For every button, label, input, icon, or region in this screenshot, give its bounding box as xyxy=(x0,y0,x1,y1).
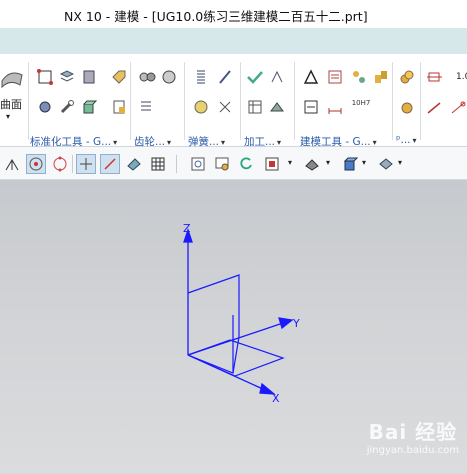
grid-icon[interactable] xyxy=(148,154,168,174)
chevron-down-icon[interactable]: ▾ xyxy=(288,158,292,167)
surface-icon[interactable] xyxy=(0,66,24,90)
divider xyxy=(184,62,185,140)
helical-gear-icon[interactable] xyxy=(160,68,178,86)
divider xyxy=(28,62,29,140)
stack-icon[interactable] xyxy=(80,68,98,86)
chevron-down-icon[interactable]: ▾ xyxy=(326,158,330,167)
divider xyxy=(240,62,241,140)
surface-group: 曲面 ▾ xyxy=(0,58,28,144)
parts-icon[interactable] xyxy=(350,68,368,86)
grid-point-icon[interactable] xyxy=(36,68,54,86)
zoom-window-icon[interactable] xyxy=(212,154,232,174)
section-view-icon[interactable] xyxy=(376,154,396,174)
group-label[interactable]: ᵖ... ▾ xyxy=(396,134,417,146)
snap-center-icon[interactable] xyxy=(26,154,46,174)
divider xyxy=(420,62,421,140)
chevron-down-icon: ▾ xyxy=(113,138,118,147)
zoom-fit-icon[interactable] xyxy=(188,154,208,174)
machining-tool-icon[interactable] xyxy=(268,68,286,86)
spring-group: 弹簧... ▾ xyxy=(186,58,240,148)
group-label-text: ᵖ... xyxy=(396,134,411,146)
view-icon[interactable] xyxy=(124,154,144,174)
wrench-icon[interactable] xyxy=(58,98,76,116)
gear-group: 齿轮... ▾ xyxy=(132,58,184,148)
modeling-tools-group: 10H7 建模工具 - G... ▾ xyxy=(296,58,392,148)
wcs-triad xyxy=(183,227,294,395)
chevron-down-icon: ▾ xyxy=(372,138,377,147)
sheet-icon[interactable] xyxy=(326,68,344,86)
coins-icon[interactable] xyxy=(398,68,416,86)
chevron-down-icon: ▾ xyxy=(167,138,172,147)
fit-tolerance-label: 10H7 xyxy=(351,99,371,107)
snap-angle-icon[interactable] xyxy=(2,154,22,174)
text-box-icon[interactable] xyxy=(302,98,320,116)
compression-spring-icon[interactable] xyxy=(216,68,234,86)
surface-label[interactable]: 曲面 xyxy=(0,96,22,112)
window-title: NX 10 - 建模 - [UG10.0练习三维建模二百五十二.prt] xyxy=(64,9,368,24)
tag-icon[interactable] xyxy=(110,68,128,86)
ribbon: 曲面 ▾ 标准化工具 - G... ▾ 齿轮... ▾ 弹簧... ▾ 加工..… xyxy=(0,54,467,148)
layers-icon[interactable] xyxy=(58,68,76,86)
divider xyxy=(130,62,131,140)
numeric-value: 1.0 xyxy=(456,72,467,82)
y-axis-arrow xyxy=(278,317,294,330)
x-axis-label: X xyxy=(272,392,280,405)
chevron-down-icon[interactable]: ▾ xyxy=(362,158,366,167)
check-icon[interactable] xyxy=(246,68,264,86)
chevron-down-icon[interactable]: ▾ xyxy=(398,158,402,167)
view-toolbar: ▾ ▾ ▾ ▾ xyxy=(0,147,467,180)
gear-icon[interactable] xyxy=(138,68,156,86)
render-style-icon[interactable] xyxy=(302,154,322,174)
disc-spring-icon[interactable] xyxy=(192,98,210,116)
divider xyxy=(176,155,177,173)
baidu-watermark: Bai 经验 jingyan.baidu.com xyxy=(367,416,459,456)
line-radius-icon[interactable] xyxy=(450,98,467,116)
measure-icon[interactable] xyxy=(426,68,444,86)
rotate-icon[interactable] xyxy=(236,154,256,174)
stack-tool-icon[interactable] xyxy=(268,98,286,116)
gear-tool-icon[interactable] xyxy=(36,98,54,116)
chevron-down-icon[interactable]: ▾ xyxy=(6,112,10,121)
assembly-icon[interactable] xyxy=(372,68,390,86)
chevron-down-icon: ▾ xyxy=(277,138,282,147)
quick-access-bar xyxy=(0,28,467,54)
gear-list-icon[interactable] xyxy=(138,98,156,116)
chevron-down-icon: ▾ xyxy=(221,138,226,147)
cube-tool-icon[interactable] xyxy=(80,98,98,116)
snap-line-icon[interactable] xyxy=(100,154,120,174)
chevron-down-icon: ▾ xyxy=(412,136,417,145)
z-axis-label: Z xyxy=(183,222,191,235)
table-tool-icon[interactable] xyxy=(246,98,264,116)
graphics-window[interactable]: Z Y X Bai 经验 jingyan.baidu.com xyxy=(0,180,467,474)
right-tools: 1.0 xyxy=(422,58,467,144)
spring-delete-icon[interactable] xyxy=(216,98,234,116)
y-axis xyxy=(187,322,284,356)
machining-group: 加工... ▾ xyxy=(242,58,294,148)
y-axis-label: Y xyxy=(292,317,300,330)
watermark-url: jingyan.baidu.com xyxy=(366,445,459,456)
triangle-icon[interactable] xyxy=(302,68,320,86)
line-angle-icon[interactable] xyxy=(426,98,444,116)
divider xyxy=(72,155,73,173)
title-bar: NX 10 - 建模 - [UG10.0练习三维建模二百五十二.prt] xyxy=(0,0,467,28)
shaded-cube-icon[interactable] xyxy=(340,154,360,174)
document-tool-icon[interactable] xyxy=(110,98,128,116)
coins-stack-icon[interactable] xyxy=(398,98,416,116)
snap-point-icon[interactable] xyxy=(76,154,96,174)
extra-group: ᵖ... ▾ xyxy=(394,58,420,146)
dimension-icon[interactable] xyxy=(326,98,344,116)
fit-tolerance-icon[interactable]: 10H7 xyxy=(350,94,372,112)
divider xyxy=(392,62,393,140)
snap-quadrant-icon[interactable] xyxy=(50,154,70,174)
spring-icon[interactable] xyxy=(192,68,210,86)
divider xyxy=(294,62,295,140)
watermark-main: Bai 经验 xyxy=(368,420,458,444)
x-axis xyxy=(187,354,266,391)
orient-view-icon[interactable] xyxy=(262,154,282,174)
